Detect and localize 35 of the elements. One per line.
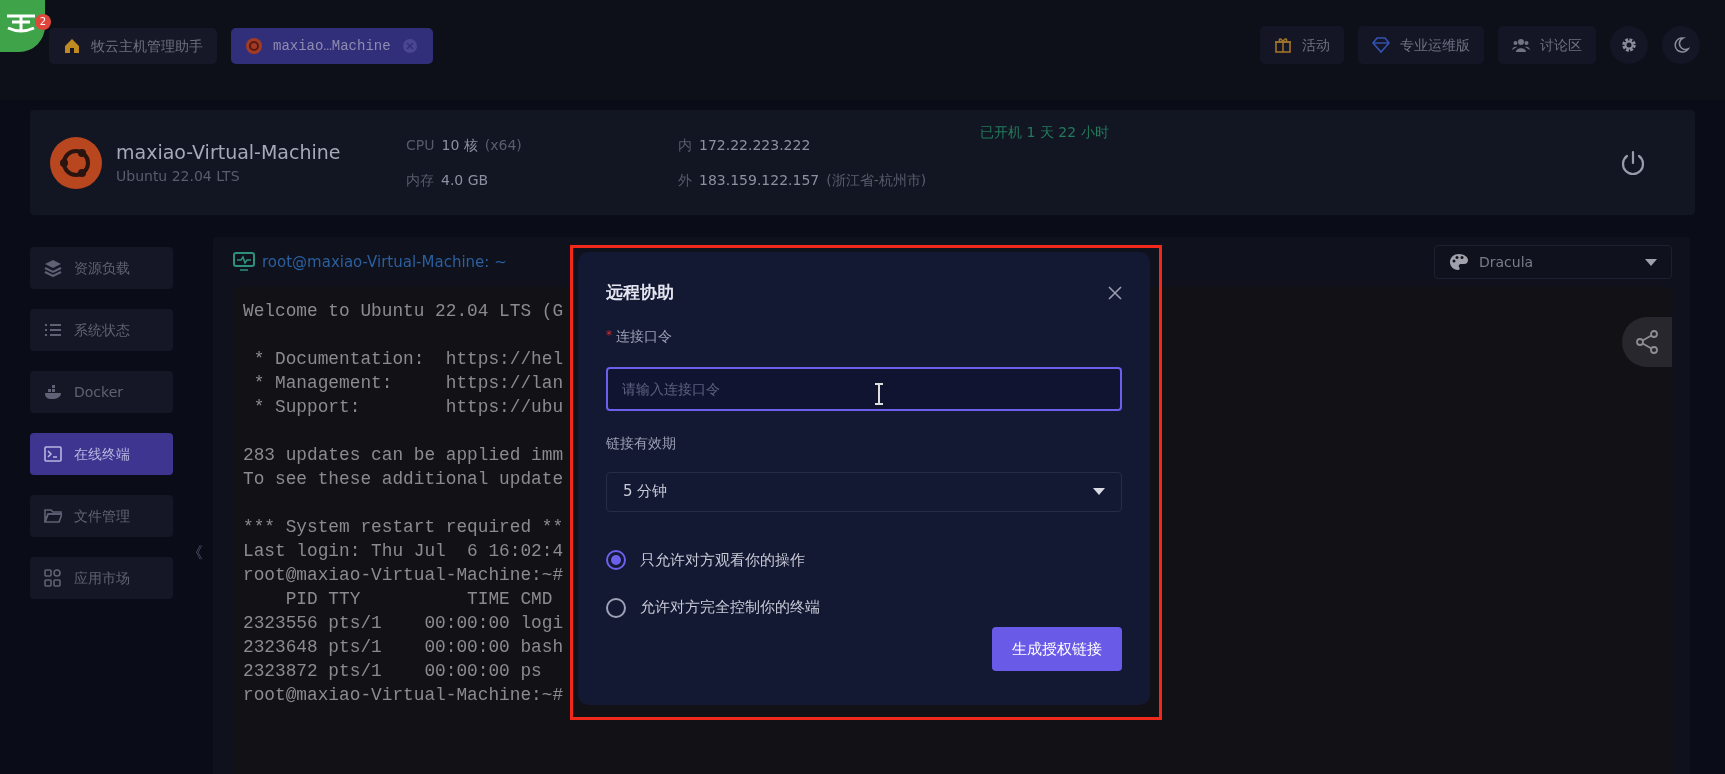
field-label: 链接有效期 bbox=[606, 434, 676, 451]
cpu-cores: 10 核 bbox=[441, 135, 478, 155]
uptime-text: 已开机 1 天 22 小时 bbox=[980, 124, 1109, 140]
lan-label: 内 bbox=[678, 135, 692, 155]
option-label: 只允许对方观看你的操作 bbox=[640, 550, 805, 570]
os-version: Ubuntu 22.04 LTS bbox=[116, 167, 241, 187]
lan-ip: 172.22.223.222 bbox=[699, 135, 811, 155]
cpu-arch: (x64) bbox=[484, 135, 522, 155]
field-label: 连接口令 bbox=[615, 326, 672, 346]
wan-ip: 183.159.122.157 bbox=[699, 170, 820, 190]
option-label: 允许对方完全控制你的终端 bbox=[640, 598, 820, 618]
terminal-line: 2323556 pts/1 00:00:00 logi bbox=[243, 613, 564, 633]
required-mark: * bbox=[606, 326, 612, 344]
cpu-label: CPU bbox=[406, 135, 435, 155]
terminal-line: 2323872 pts/1 00:00:00 ps bbox=[243, 661, 542, 681]
terminal-line: *** System restart required ** bbox=[243, 517, 564, 537]
terminal-line: root@maxiao-Virtual-Machine:~# bbox=[243, 685, 564, 705]
terminal-line: Welcome to Ubuntu 22.04 LTS (G bbox=[243, 301, 564, 321]
dialog-title: 远程协助 bbox=[606, 281, 674, 304]
terminal-line: * Documentation: https://hel bbox=[252, 349, 564, 369]
terminal-line: Last login: Thu Jul 6 16:02:4 bbox=[243, 541, 564, 561]
terminal-line: * Support: https://ubu bbox=[252, 397, 564, 417]
terminal-line: * Management: https://lan bbox=[252, 373, 564, 393]
terminal-line: PID TTY TIME CMD bbox=[284, 589, 553, 609]
terminal-line: root@maxiao-Virtual-Machine:~# bbox=[243, 565, 564, 585]
host-name: maxiao-Virtual-Machine bbox=[116, 139, 342, 165]
memory-label: 内存 bbox=[406, 170, 434, 190]
terminal-line: 283 updates can be applied imm bbox=[243, 445, 564, 465]
memory-value: 4.0 GB bbox=[441, 170, 489, 190]
wan-label: 外 bbox=[678, 170, 692, 190]
terminal-line: To see these additional update bbox=[243, 469, 564, 489]
terminal-line: 2323648 pts/1 00:00:00 bash bbox=[243, 637, 564, 657]
notification-badge: 2 bbox=[35, 14, 51, 30]
terminal-title: root@maxiao-Virtual-Machine: ~ bbox=[262, 251, 507, 273]
ip-location: (浙江省-杭州市) bbox=[826, 170, 927, 190]
